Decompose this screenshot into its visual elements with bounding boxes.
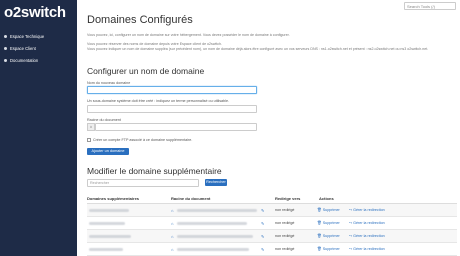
column-header-docroot[interactable]: Racine du document [171,196,210,201]
ftp-checkbox[interactable] [87,138,91,142]
sidebar-item-label: Espace Client [10,46,36,51]
sidebar-item-label: Espace Technique [10,34,45,39]
column-header-domains[interactable]: Domaines supplémentaires [87,196,139,201]
sidebar-item-label: Documentation [10,58,39,63]
subdomain-input[interactable] [87,105,257,113]
manage-redirect-label: Gérer la redirection [353,234,385,238]
table-row: ⌂ ✎ non redirigé 🗑 Supprimer ↪ Gérer la … [87,204,457,217]
user-icon [4,47,7,50]
subdomain-label: Un sous-domaine système doit être créé :… [87,99,230,103]
domain-label: Nom du nouveau domaine [87,81,131,85]
pencil-icon[interactable]: ✎ [261,208,264,213]
redirect-status: non redirigé [275,234,295,238]
manage-redirect-label: Gérer la redirection [353,247,385,251]
table-row: ⌂ ✎ non redirigé 🗑 Supprimer ↪ Gérer la … [87,217,457,230]
manage-redirect-button[interactable]: ↪ Gérer la redirection [349,208,385,212]
docroot-label: Racine du document [87,118,121,122]
home-icon: ⌂ [171,247,174,252]
table-row: ⌂ ✎ non redirigé 🗑 Supprimer ↪ Gérer la … [87,230,457,243]
ftp-checkbox-label: Créer un compte FTP associé à ce domaine… [93,138,193,142]
delete-label: Supprimer [322,208,340,212]
search-button[interactable]: Rechercher [205,179,227,186]
manage-redirect-button[interactable]: ↪ Gérer la redirection [349,221,385,225]
book-icon [4,59,7,62]
brand-logo[interactable]: o2switch [4,4,66,21]
column-header-redirect[interactable]: Redirige vers [275,196,300,201]
home-icon: ⌂ [87,123,95,131]
sidebar-item-espace-client[interactable]: Espace Client [4,46,36,51]
domain-name [89,222,125,225]
docroot-path[interactable] [177,235,253,238]
grid-icon [4,35,7,38]
add-domain-button[interactable]: Ajouter un domaine [87,148,129,155]
redirect-status: non redirigé [275,247,295,251]
manage-redirect-button[interactable]: ↪ Gérer la redirection [349,247,385,251]
domain-search-input[interactable]: Rechercher [87,179,199,187]
delete-button[interactable]: 🗑 Supprimer [317,221,340,225]
domain-name [89,235,131,238]
intro-text: Vous pouvez, ici, configurer un nom de d… [87,33,290,37]
docroot-path[interactable] [177,209,257,212]
delete-button[interactable]: 🗑 Supprimer [317,247,340,251]
table-row: ⌂ ✎ non redirigé 🗑 Supprimer ↪ Gérer la … [87,243,457,256]
column-header-actions: Actions [319,196,334,201]
sidebar: o2switch Espace Technique Espace Client … [0,0,77,256]
sidebar-item-espace-technique[interactable]: Espace Technique [4,34,44,39]
redirect-status: non redirigé [275,221,295,225]
pencil-icon[interactable]: ✎ [261,247,264,252]
manage-redirect-button[interactable]: ↪ Gérer la redirection [349,234,385,238]
delete-button[interactable]: 🗑 Supprimer [317,208,340,212]
home-icon: ⌂ [171,221,174,226]
domain-input[interactable] [87,86,257,94]
section-heading-configure: Configurer un nom de domaine [87,66,205,76]
section-heading-modify: Modifier le domaine supplémentaire [87,166,222,176]
main-content: Domaines Configurés Vous pouvez, ici, co… [87,0,457,256]
delete-button[interactable]: 🗑 Supprimer [317,234,340,238]
docroot-path[interactable] [177,222,247,225]
delete-label: Supprimer [322,221,340,225]
table-header: Domaines supplémentaires Racine du docum… [87,194,457,204]
manage-redirect-label: Gérer la redirection [353,221,385,225]
home-icon: ⌂ [171,208,174,213]
intro-text: Vous pouvez réserver des noms de domaine… [87,42,223,46]
pencil-icon[interactable]: ✎ [261,234,264,239]
manage-redirect-label: Gérer la redirection [353,208,385,212]
docroot-path[interactable] [177,248,249,251]
delete-label: Supprimer [322,234,340,238]
delete-label: Supprimer [322,247,340,251]
redirect-status: non redirigé [275,208,295,212]
home-icon: ⌂ [171,234,174,239]
domain-name [89,248,123,251]
page-title: Domaines Configurés [87,14,193,26]
domain-name [89,209,129,212]
docroot-input[interactable] [95,123,257,131]
pencil-icon[interactable]: ✎ [261,221,264,226]
intro-text: Vous pouvez indiquer un nom de domaine s… [87,47,429,51]
sidebar-item-documentation[interactable]: Documentation [4,58,38,63]
